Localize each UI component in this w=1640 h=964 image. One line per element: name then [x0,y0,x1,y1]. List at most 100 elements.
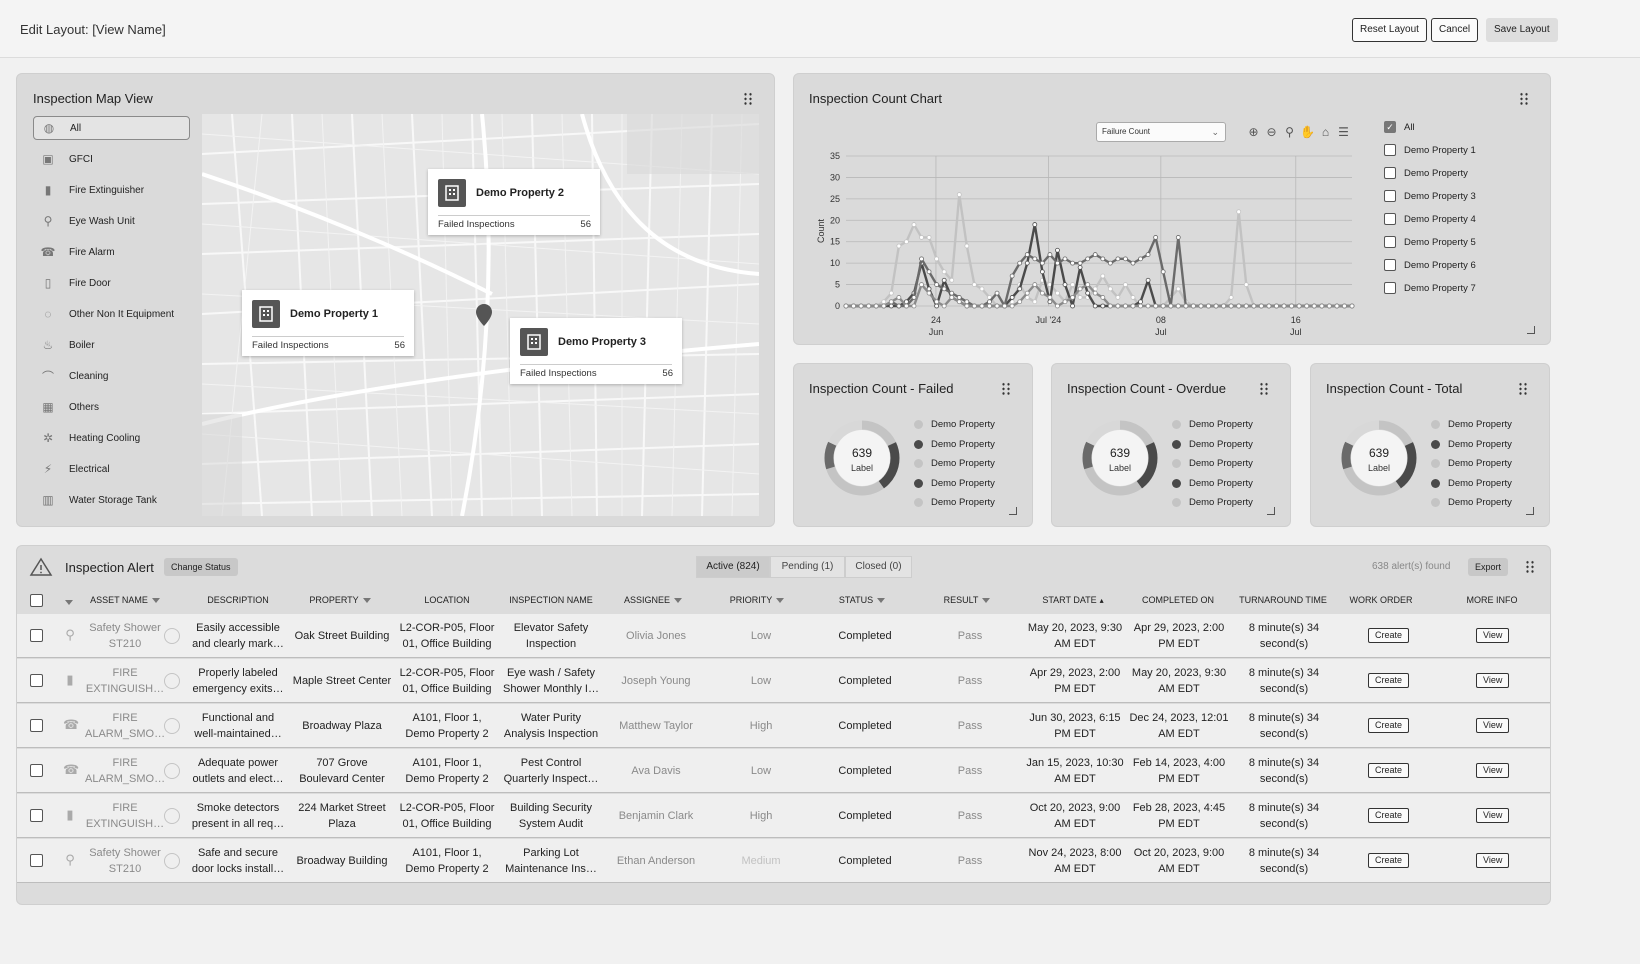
column-header[interactable]: ASSET NAME [65,595,185,605]
map-filter-item[interactable]: ▣ GFCI [33,147,190,171]
property-popup[interactable]: Demo Property 3 Failed Inspections 56 [510,318,682,384]
chart-legend-item[interactable]: Demo Property 7 [1384,282,1476,294]
chart-legend-item[interactable]: Demo Property [1384,167,1468,179]
history-icon[interactable] [164,718,180,734]
map-filter-item[interactable]: ✲ Heating Cooling [33,426,190,450]
history-icon[interactable] [164,853,180,869]
resize-handle-icon[interactable] [1526,507,1534,515]
column-header[interactable]: ASSIGNEE [593,595,713,605]
tab-pending[interactable]: Pending (1) [770,556,845,578]
column-header[interactable]: PRIORITY [697,595,817,605]
map-filter-item[interactable]: ⚲ Eye Wash Unit [33,209,190,233]
filter-icon[interactable] [151,598,160,604]
history-icon[interactable] [164,763,180,779]
donut-legend-item[interactable]: Demo Property [1172,478,1253,489]
home-icon[interactable]: ⌂ [1318,124,1333,139]
table-row[interactable]: ⚲ Safety Shower ST210 Easily accessible and … [17,614,1550,658]
drag-handle-icon[interactable] [743,92,753,106]
row-checkbox[interactable] [30,674,43,687]
donut-legend-item[interactable]: Demo Property [1431,439,1512,450]
column-header[interactable]: LOCATION [387,595,507,605]
checkbox-icon[interactable] [1384,190,1396,202]
checkbox-checked-icon[interactable]: ✓ [1384,121,1396,133]
row-checkbox[interactable] [30,809,43,822]
history-icon[interactable] [164,628,180,644]
property-popup[interactable]: Demo Property 1 Failed Inspections 56 [242,290,414,356]
view-button[interactable]: View [1476,673,1510,688]
checkbox-icon[interactable] [1384,259,1396,271]
export-button[interactable]: Export [1468,558,1509,576]
filter-icon[interactable] [877,598,886,604]
donut-legend-item[interactable]: Demo Property [914,497,995,508]
zoom-out-icon[interactable]: ⊖ [1264,124,1279,139]
checkbox-icon[interactable] [1384,167,1396,179]
table-row[interactable]: ▮ FIRE EXTINGUISH… Smoke detectors present i… [17,794,1550,838]
history-icon[interactable] [164,673,180,689]
donut-legend-item[interactable]: Demo Property [914,458,995,469]
map-filter-item[interactable]: ☎ Fire Alarm [33,240,190,264]
column-header[interactable]: WORK ORDER [1321,595,1441,605]
chart-legend-item[interactable]: Demo Property 6 [1384,259,1476,271]
donut-legend-item[interactable]: Demo Property [1172,497,1253,508]
table-row[interactable]: ⚲ Safety Shower ST210 Safe and secure door l… [17,839,1550,883]
create-work-order-button[interactable]: Create [1368,853,1410,868]
filter-icon[interactable] [674,598,682,604]
view-button[interactable]: View [1476,853,1510,868]
table-row[interactable]: ☎ FIRE ALARM_SMO… Functional and well-mainta… [17,704,1550,748]
map-filter-item[interactable]: ⌒ Cleaning [33,364,190,388]
chart-legend-item[interactable]: Demo Property 3 [1384,190,1476,202]
reset-layout-button[interactable]: Reset Layout [1352,18,1427,42]
chart-legend-item[interactable]: Demo Property 5 [1384,236,1476,248]
resize-handle-icon[interactable] [1009,507,1017,515]
donut-legend-item[interactable]: Demo Property [1431,478,1512,489]
map-canvas[interactable]: Demo Property 2 Failed Inspections 56 Demo … [202,114,759,516]
resize-handle-icon[interactable] [1267,507,1275,515]
column-header[interactable]: START DATE ▴ [1013,595,1133,605]
donut-legend-item[interactable]: Demo Property [1431,419,1512,430]
filter-icon[interactable] [362,598,371,604]
column-header[interactable]: STATUS [802,595,922,605]
chart-legend-item[interactable]: Demo Property 1 [1384,144,1476,156]
column-header[interactable]: MORE INFO [1432,595,1552,605]
create-work-order-button[interactable]: Create [1368,673,1410,688]
donut-legend-item[interactable]: Demo Property [1172,439,1253,450]
map-filter-item[interactable]: ▥ Water Storage Tank [33,488,190,512]
cancel-button[interactable]: Cancel [1431,18,1479,42]
donut-legend-item[interactable]: Demo Property [914,439,995,450]
drag-handle-icon[interactable] [1518,382,1528,396]
map-filter-item[interactable]: ▯ Fire Door [33,271,190,295]
drag-handle-icon[interactable] [1001,382,1011,396]
map-filter-item[interactable]: ♨ Boiler [33,333,190,357]
column-header[interactable]: COMPLETED ON [1118,595,1238,605]
filter-icon[interactable] [776,598,785,604]
history-icon[interactable] [164,808,180,824]
table-row[interactable]: ▮ FIRE EXTINGUISH… Properly labeled emergenc… [17,659,1550,703]
pan-hand-icon[interactable]: ✋ [1300,124,1315,139]
checkbox-icon[interactable] [1384,144,1396,156]
donut-legend-item[interactable]: Demo Property [1172,458,1253,469]
row-checkbox[interactable] [30,719,43,732]
menu-icon[interactable]: ☰ [1336,124,1351,139]
map-filter-item[interactable]: ⚡ Electrical [33,457,190,481]
checkbox-icon[interactable] [1384,213,1396,225]
donut-legend-item[interactable]: Demo Property [1172,419,1253,430]
checkbox-icon[interactable] [1384,236,1396,248]
filter-icon[interactable] [982,598,991,604]
drag-handle-icon[interactable] [1259,382,1269,396]
column-header[interactable]: PROPERTY [280,595,400,605]
sort-asc-icon[interactable]: ▴ [1100,596,1104,605]
map-filter-item[interactable]: ◌ Other Non It Equipment [33,302,190,326]
select-all-checkbox[interactable] [30,594,43,607]
tab-closed[interactable]: Closed (0) [845,556,912,578]
view-button[interactable]: View [1476,718,1510,733]
save-layout-button[interactable]: Save Layout [1486,18,1558,42]
chart-legend-item[interactable]: Demo Property 4 [1384,213,1476,225]
tab-active[interactable]: Active (824) [696,556,770,578]
row-checkbox[interactable] [30,629,43,642]
drag-handle-icon[interactable] [1519,92,1529,106]
resize-handle-icon[interactable] [1527,326,1535,334]
column-header[interactable]: RESULT [907,595,1027,605]
table-row[interactable]: ☎ FIRE ALARM_SMO… Adequate power outlets and… [17,749,1550,793]
metric-select[interactable]: Failure Count ⌄ [1096,122,1226,142]
row-checkbox[interactable] [30,764,43,777]
